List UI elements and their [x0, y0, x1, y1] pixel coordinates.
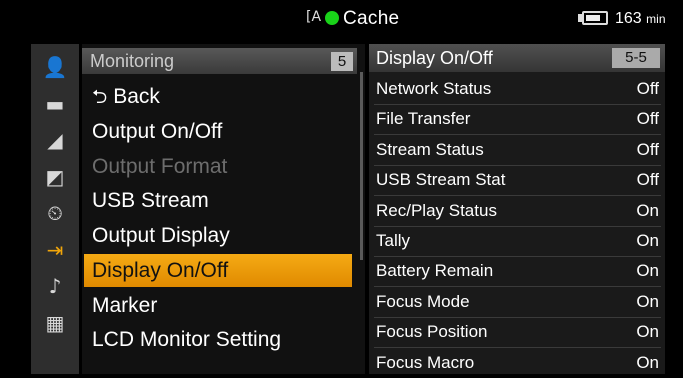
- battery-icon: [582, 11, 608, 25]
- detail-row[interactable]: Focus Macro On: [376, 348, 659, 378]
- detail-row[interactable]: Stream Status Off: [376, 135, 659, 165]
- battery-minutes: 163: [615, 10, 642, 27]
- detail-row-label: Rec/Play Status: [376, 200, 497, 220]
- battery-remaining: 163 min: [615, 10, 666, 28]
- cache-label: Cache: [343, 8, 400, 29]
- detail-row-label: Stream Status: [376, 139, 484, 159]
- detail-row-label: Tally: [376, 231, 411, 250]
- menu-scrollbar[interactable]: [360, 72, 363, 260]
- menu-item-lcd-monitor-setting[interactable]: LCD Monitor Setting: [84, 323, 352, 356]
- output-icon[interactable]: ⇥: [31, 233, 79, 267]
- menu-item-output-format: Output Format: [92, 154, 228, 178]
- detail-row-value: On: [636, 352, 659, 372]
- detail-row[interactable]: USB Stream Stat Off: [376, 165, 659, 195]
- detail-header: Display On/Off 5-5: [369, 44, 665, 72]
- clapperboard-icon[interactable]: ◢: [31, 123, 79, 157]
- detail-row[interactable]: Focus Position On: [376, 317, 659, 347]
- audio-icon[interactable]: ♪: [31, 269, 79, 303]
- cache-indicator-icon: [325, 11, 339, 25]
- menu-item-display-on-off[interactable]: Display On/Off: [84, 253, 352, 287]
- detail-row-label: Focus Macro: [376, 352, 475, 372]
- card-slot-a-icon: [A: [306, 9, 322, 25]
- detail-row-value: On: [636, 322, 659, 342]
- battery-unit: min: [646, 12, 666, 26]
- detail-row[interactable]: Network Status Off: [376, 74, 659, 104]
- status-bar: [A Cache 163 min: [0, 0, 683, 38]
- scene-file-icon[interactable]: ◩: [31, 160, 79, 194]
- detail-row[interactable]: Tally On: [376, 226, 659, 256]
- detail-row-label: Network Status: [376, 79, 492, 98]
- menu-page-badge: 5: [331, 52, 353, 71]
- detail-row[interactable]: Rec/Play Status On: [376, 196, 659, 226]
- detail-row[interactable]: Focus Mode On: [376, 287, 659, 317]
- back-label: Back: [113, 85, 160, 108]
- user-settings-icon[interactable]: 👤: [31, 50, 79, 84]
- system-icon[interactable]: ▦: [31, 306, 79, 340]
- detail-row[interactable]: File Transfer Off: [376, 104, 659, 134]
- detail-row-value: On: [636, 231, 659, 250]
- detail-row-label: USB Stream Stat: [376, 170, 506, 190]
- detail-row-value: On: [636, 200, 659, 220]
- detail-row-label: File Transfer: [376, 109, 471, 129]
- detail-page-badge: 5-5: [612, 48, 660, 68]
- detail-row-value: Off: [636, 79, 659, 98]
- detail-row-label: Focus Mode: [376, 291, 470, 311]
- menu-item-output-display[interactable]: Output Display: [84, 219, 352, 252]
- back-arrow-icon: ⮌: [92, 86, 108, 108]
- detail-row-label: Battery Remain: [376, 261, 494, 281]
- detail-row-value: Off: [636, 170, 659, 190]
- detail-row[interactable]: Battery Remain On: [376, 256, 659, 286]
- back-button[interactable]: ⮌ Back: [84, 80, 352, 113]
- menu-item-usb-stream[interactable]: USB Stream: [84, 184, 352, 217]
- menu-item-marker[interactable]: Marker: [84, 289, 352, 322]
- menu-title: Monitoring: [90, 51, 175, 71]
- detail-title: Display On/Off: [376, 48, 493, 68]
- detail-row-value: Off: [636, 109, 659, 129]
- detail-row-value: Off: [636, 139, 659, 159]
- battery-fill: [586, 15, 600, 21]
- camera-icon[interactable]: ▬: [31, 87, 79, 121]
- timecode-icon[interactable]: ⏲: [31, 196, 79, 230]
- menu-category-column: 👤 ▬ ◢ ◩ ⏲ ⇥ ♪ ▦: [31, 44, 79, 374]
- menu-item-output-on-off[interactable]: Output On/Off: [84, 115, 352, 148]
- detail-row-label: Focus Position: [376, 322, 488, 342]
- menu-header: Monitoring 5: [82, 48, 357, 74]
- detail-row-value: On: [636, 261, 659, 281]
- detail-row-value: On: [636, 291, 659, 311]
